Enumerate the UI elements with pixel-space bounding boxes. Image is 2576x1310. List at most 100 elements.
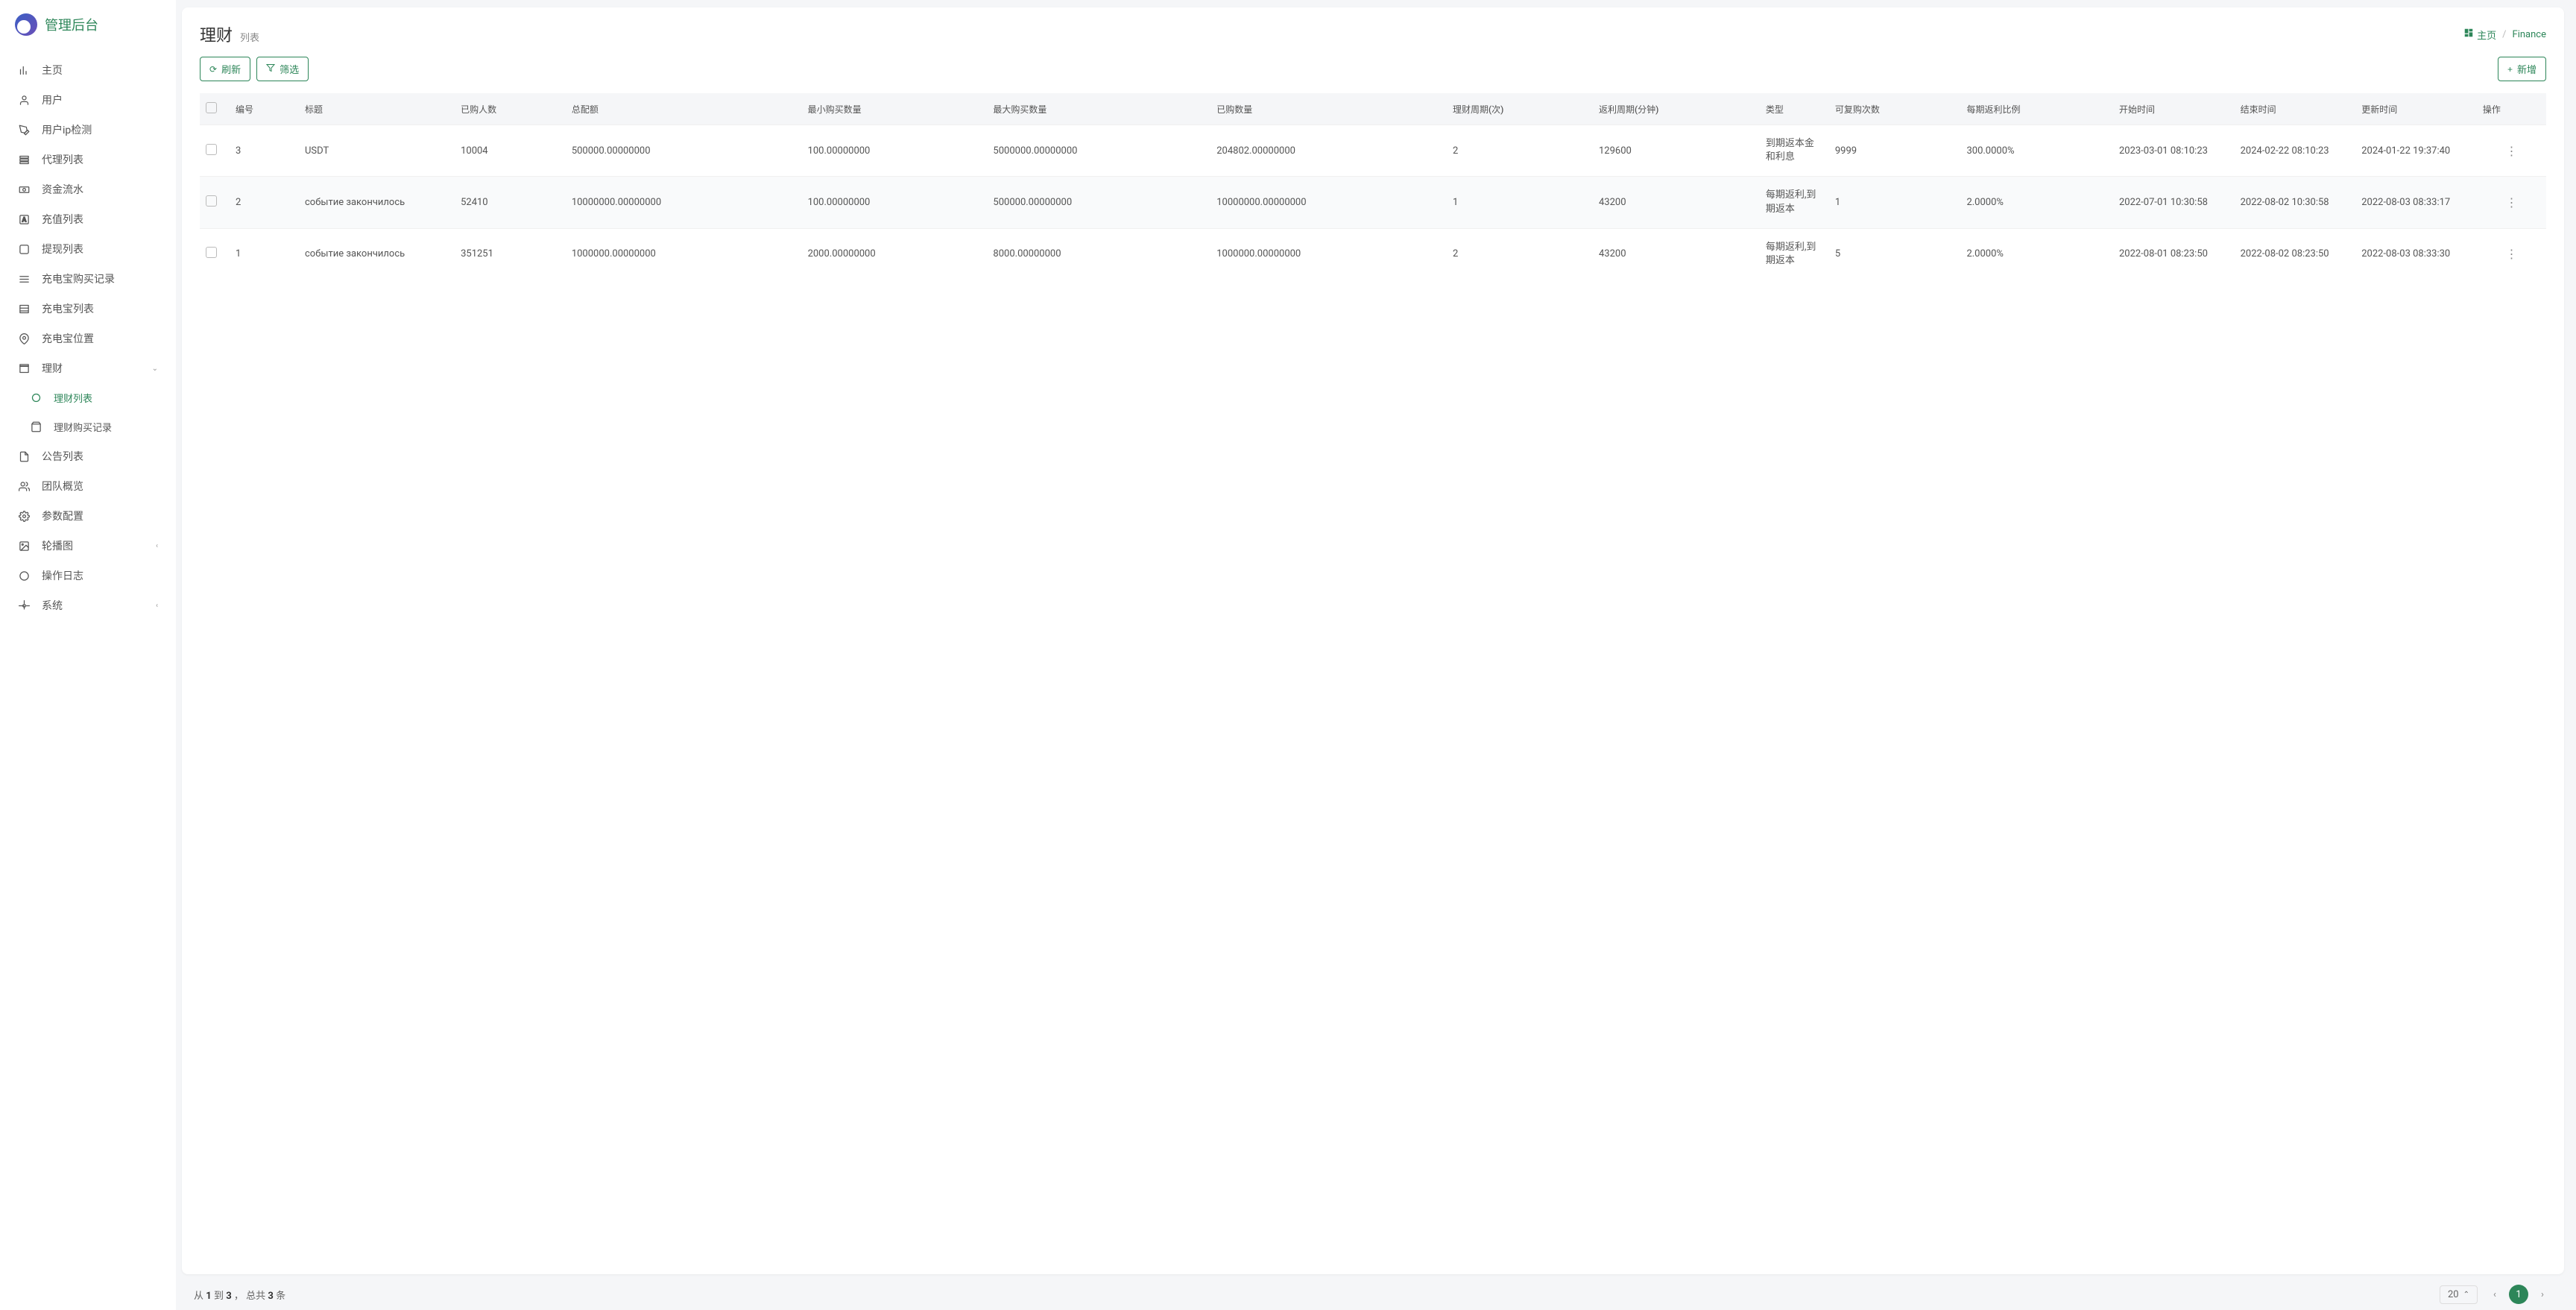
column-header[interactable]: 开始时间 [2113,93,2235,125]
page-header: 理财 列表 主页 / Finance [200,22,2546,46]
cell-rebate-period: 43200 [1593,177,1760,228]
column-header[interactable]: 最小购买数量 [802,93,988,125]
pager-page-1[interactable]: 1 [2509,1285,2528,1304]
row-checkbox[interactable] [206,195,217,207]
refresh-button[interactable]: ⟳ 刷新 [200,57,250,81]
sidebar-item-2[interactable]: 用户ip检测 [0,115,176,145]
sidebar: 管理后台 主页用户用户ip检测代理列表资金流水A充值列表提现列表充电宝购买记录充… [0,0,176,1310]
sidebar-item-17[interactable]: 操作日志 [0,561,176,591]
table-row: 2событие закончилось5241010000000.000000… [200,177,2546,228]
nav-label: 用户 [42,92,158,107]
nav-label: 提现列表 [42,242,158,256]
nav-label: 参数配置 [42,508,158,523]
column-header[interactable]: 编号 [230,93,299,125]
sidebar-item-0[interactable]: 主页 [0,55,176,85]
cell-period: 2 [1447,125,1593,177]
cell-rebate-period: 43200 [1593,228,1760,280]
sidebar-item-11[interactable]: 理财列表 [0,383,176,412]
nav-label: 操作日志 [42,568,158,583]
cell-max: 500000.00000000 [987,177,1210,228]
sidebar-item-5[interactable]: A充值列表 [0,204,176,234]
money-icon [18,183,30,195]
users-icon [18,480,30,492]
column-header[interactable]: 标题 [299,93,455,125]
sidebar-item-14[interactable]: 团队概览 [0,471,176,501]
breadcrumb-current[interactable]: Finance [2513,29,2546,40]
sidebar-item-7[interactable]: 充电宝购买记录 [0,264,176,294]
sidebar-item-8[interactable]: 充电宝列表 [0,294,176,324]
plus-icon: + [2507,64,2513,75]
cell-max: 8000.00000000 [987,228,1210,280]
brand-text: 管理后台 [45,15,98,34]
column-header[interactable]: 已购数量 [1210,93,1447,125]
nav-label: 系统 [42,598,144,613]
nav-label: 主页 [42,63,158,78]
cell-quota: 10000000.00000000 [566,177,802,228]
sidebar-item-4[interactable]: 资金流水 [0,174,176,204]
nav-label: 轮播图 [42,538,144,553]
rows2-icon [18,303,30,315]
nav-list: 主页用户用户ip检测代理列表资金流水A充值列表提现列表充电宝购买记录充电宝列表充… [0,49,176,626]
gear-icon [18,599,30,611]
sidebar-item-9[interactable]: 充电宝位置 [0,324,176,353]
select-all-checkbox[interactable] [206,102,217,113]
cell-title: событие закончилось [299,228,455,280]
filter-button[interactable]: 筛选 [256,57,309,81]
cell-quota: 1000000.00000000 [566,228,802,280]
nav-label: 充值列表 [42,212,158,227]
toolbar: ⟳ 刷新 筛选 + 新增 [200,57,2546,81]
add-button[interactable]: + 新增 [2498,57,2546,81]
rows-icon [18,273,30,285]
column-header[interactable]: 总配额 [566,93,802,125]
cell-bought: 1000000.00000000 [1210,228,1447,280]
pager-prev[interactable]: ‹ [2485,1285,2504,1304]
column-header[interactable]: 结束时间 [2235,93,2356,125]
pager-next[interactable]: › [2533,1285,2552,1304]
breadcrumb: 主页 / Finance [2463,28,2546,42]
cell-repeat: 1 [1829,177,1961,228]
column-header[interactable]: 类型 [1760,93,1829,125]
sidebar-item-13[interactable]: 公告列表 [0,441,176,471]
cell-end: 2024-02-22 08:10:23 [2235,125,2356,177]
cell-start: 2022-07-01 10:30:58 [2113,177,2235,228]
table-container[interactable]: 编号标题已购人数总配额最小购买数量最大购买数量已购数量理财周期(次)返利周期(分… [200,93,2546,1259]
column-header[interactable]: 最大购买数量 [987,93,1210,125]
row-checkbox[interactable] [206,247,217,258]
cell-end: 2022-08-02 08:23:50 [2235,228,2356,280]
column-header[interactable]: 更新时间 [2355,93,2477,125]
nav-label: 用户ip检测 [42,122,158,137]
column-header[interactable]: 可复购次数 [1829,93,1961,125]
cell-ratio: 2.0000% [1960,177,2113,228]
cell-min: 100.00000000 [802,125,988,177]
column-header[interactable]: 理财周期(次) [1447,93,1593,125]
cell-updated: 2022-08-03 08:33:17 [2355,177,2477,228]
column-header[interactable]: 操作 [2477,93,2546,125]
column-header[interactable]: 已购人数 [455,93,566,125]
sidebar-item-6[interactable]: 提现列表 [0,234,176,264]
column-header[interactable]: 返利周期(分钟) [1593,93,1760,125]
row-actions-menu[interactable]: ⋮ [2505,247,2517,261]
cell-rebate-period: 129600 [1593,125,1760,177]
cell-title: событие закончилось [299,177,455,228]
cell-updated: 2022-08-03 08:33:30 [2355,228,2477,280]
page-size-select[interactable]: 20 ⌃ [2440,1285,2478,1304]
row-actions-menu[interactable]: ⋮ [2505,195,2517,210]
breadcrumb-home[interactable]: 主页 [2463,28,2496,42]
pin-icon [18,333,30,344]
sidebar-item-1[interactable]: 用户 [0,85,176,115]
row-actions-menu[interactable]: ⋮ [2505,144,2517,158]
sidebar-item-10[interactable]: 理财⌄ [0,353,176,383]
sidebar-item-18[interactable]: 系统‹ [0,591,176,620]
cell-id: 2 [230,177,299,228]
filter-icon [266,63,275,75]
cell-period: 1 [1447,177,1593,228]
bars-icon [18,64,30,76]
sidebar-item-16[interactable]: 轮播图‹ [0,531,176,561]
cell-buyers: 52410 [455,177,566,228]
column-header[interactable]: 每期返利比例 [1960,93,2113,125]
row-checkbox[interactable] [206,144,217,155]
sidebar-item-15[interactable]: 参数配置 [0,501,176,531]
sidebar-item-12[interactable]: 理财购买记录 [0,412,176,441]
sidebar-item-3[interactable]: 代理列表 [0,145,176,174]
cell-period: 2 [1447,228,1593,280]
